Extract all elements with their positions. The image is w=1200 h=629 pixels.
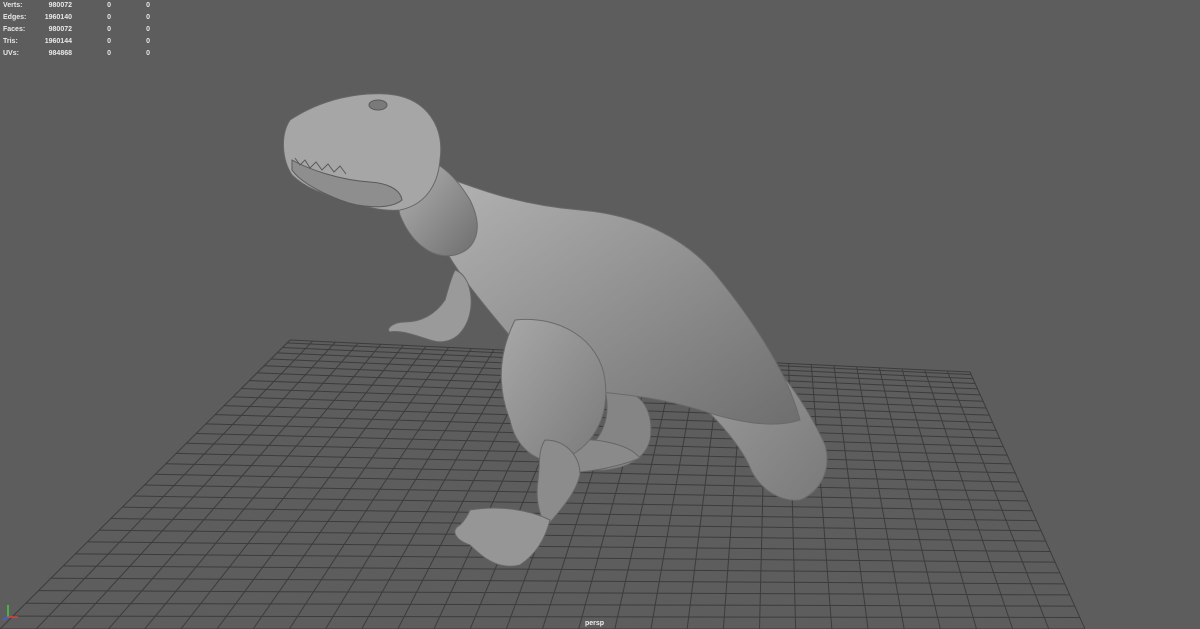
scene-canvas[interactable] [0,0,1200,629]
hud-object-count: 1960144 [44,38,72,45]
hud-component-count: 0 [146,14,150,21]
hud-selected-count: 0 [107,38,111,45]
hud-object-count: 980072 [48,26,72,33]
hud-row-label: Edges: [3,14,27,21]
trex-body[interactable] [430,174,801,425]
hud-object-count: 1960140 [44,14,72,21]
3d-viewport[interactable]: Verts: 980072 0 0 Edges: 1960140 0 0 Faces: 98007… [0,0,1200,629]
hud-object-count: 984868 [48,50,72,57]
hud-row-label: UVs: [3,50,19,57]
axis-gizmo-icon [2,605,18,621]
hud-selected-count: 0 [107,14,111,21]
hud-row: Faces: 980072 0 0 [3,24,150,36]
trex-eye [368,99,388,111]
hud-row-label: Verts: [3,2,23,9]
hud-row: Verts: 980072 0 0 [3,0,150,12]
hud-component-count: 0 [146,26,150,33]
hud-component-count: 0 [146,2,150,9]
trex-arm[interactable] [387,269,472,343]
hud-selected-count: 0 [107,26,111,33]
hud-component-count: 0 [146,50,150,57]
axis-z-line [2,616,9,621]
hud-object-count: 980072 [48,2,72,9]
camera-name-label: persp [585,620,605,627]
hud-row: UVs: 984868 0 0 [3,48,150,60]
hud-row-label: Tris: [3,38,18,45]
hud-row-label: Faces: [3,26,26,33]
poly-count-hud: Verts: 980072 0 0 Edges: 1960140 0 0 Faces: 98007… [3,0,150,60]
hud-row: Edges: 1960140 0 0 [3,12,150,24]
hud-component-count: 0 [146,38,150,45]
hud-selected-count: 0 [107,2,111,9]
hud-selected-count: 0 [107,50,111,57]
hud-row: Tris: 1960144 0 0 [3,36,150,48]
